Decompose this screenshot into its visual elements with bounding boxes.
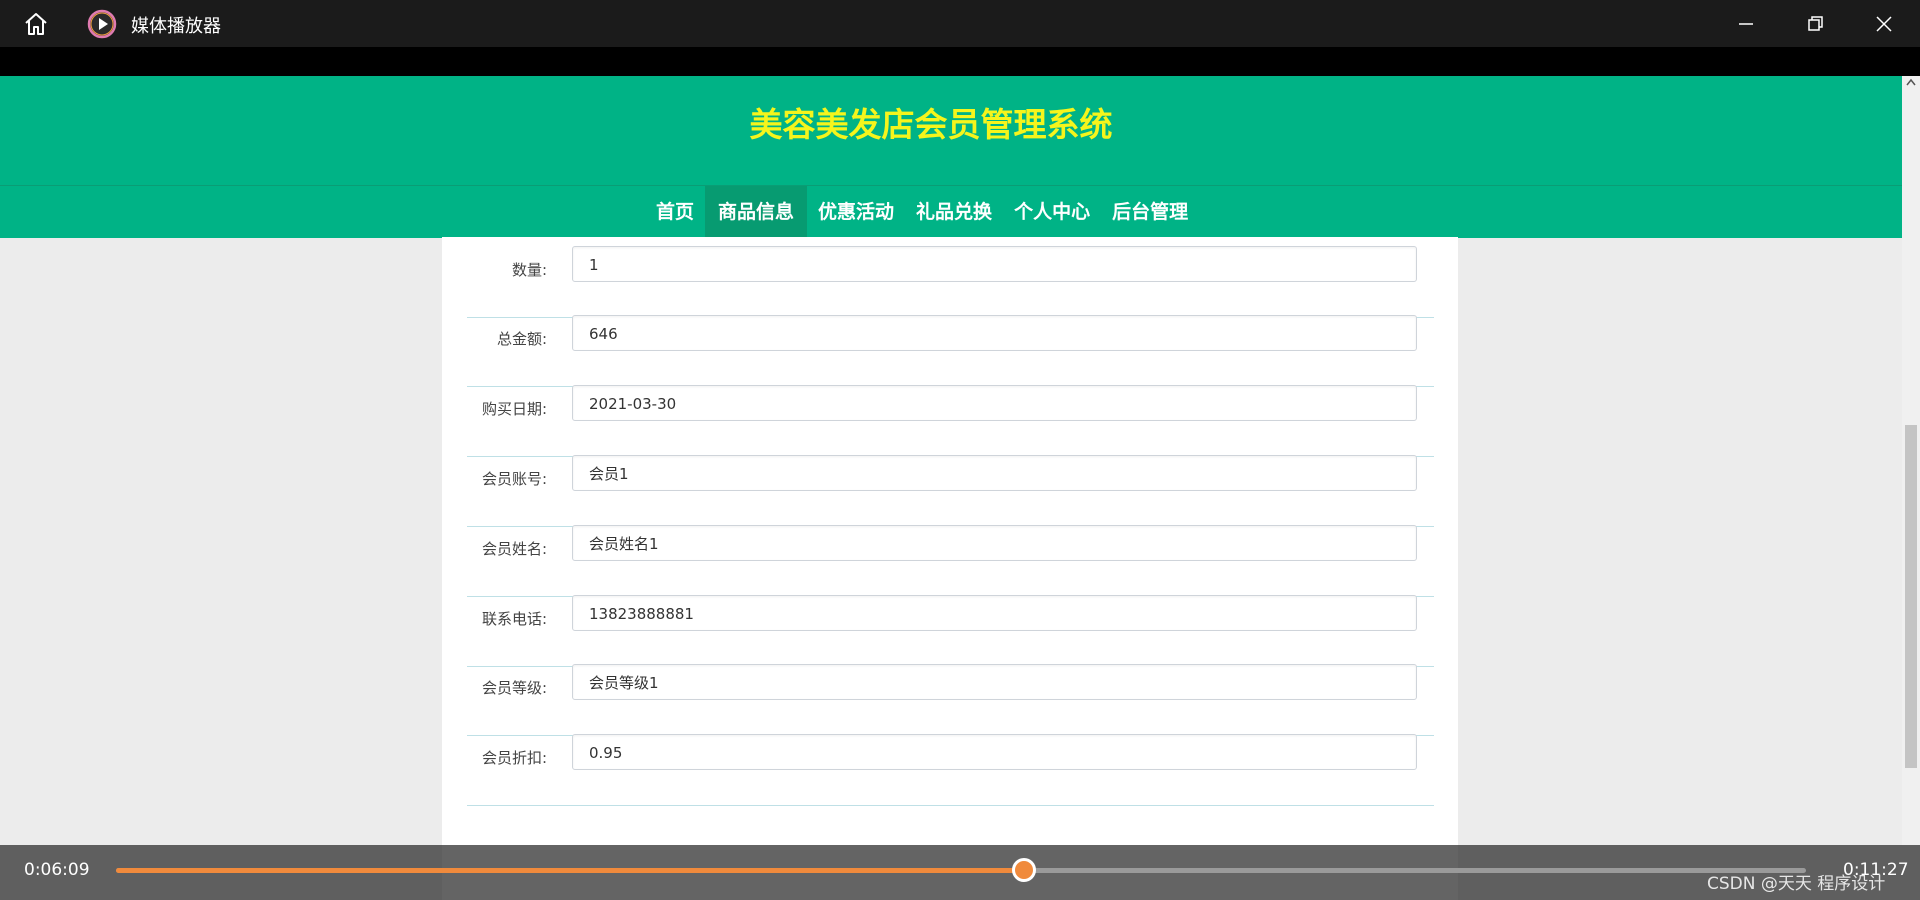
- field-label: 会员账号:: [481, 470, 547, 488]
- scrollbar-thumb[interactable]: [1905, 425, 1917, 768]
- field-input[interactable]: 0.95: [572, 734, 1417, 770]
- field-label: 数量:: [511, 261, 547, 279]
- site-header: 美容美发店会员管理系统: [0, 76, 1902, 185]
- field-input[interactable]: 1: [572, 246, 1417, 282]
- nav-item-2[interactable]: 优惠活动: [807, 186, 905, 238]
- seek-progress: [116, 868, 1024, 873]
- field-input[interactable]: 13823888881: [572, 595, 1417, 631]
- field-label: 会员折扣:: [481, 749, 547, 767]
- seek-handle[interactable]: [1011, 858, 1036, 882]
- window-titlebar: 媒体播放器: [0, 0, 1920, 47]
- window-title: 媒体播放器: [131, 16, 221, 37]
- field-label: 联系电话:: [481, 610, 547, 628]
- nav-item-0[interactable]: 首页: [645, 186, 705, 238]
- close-icon[interactable]: [1870, 10, 1898, 38]
- field-input[interactable]: 会员等级1: [572, 664, 1417, 700]
- site-title: 美容美发店会员管理系统: [749, 105, 1113, 144]
- form-row: 会员折扣: 0.95: [467, 720, 1434, 806]
- field-input[interactable]: 2021-03-30: [572, 385, 1417, 421]
- restore-icon[interactable]: [1801, 10, 1829, 38]
- home-icon[interactable]: [22, 10, 50, 38]
- minimize-icon[interactable]: [1732, 10, 1760, 38]
- field-input[interactable]: 646: [572, 315, 1417, 351]
- watermark: CSDN @天天 程序设计: [1707, 874, 1886, 894]
- field-label: 会员姓名:: [481, 540, 547, 558]
- order-detail-form: 数量: 1 总金额: 646 购买日期: 2021-03-30 会员账号: 会员1 会员姓名: 会…: [442, 237, 1458, 900]
- nav-item-1[interactable]: 商品信息: [705, 186, 808, 238]
- field-input[interactable]: 会员1: [572, 455, 1417, 491]
- video-letterbox: [0, 47, 1920, 76]
- nav-item-5[interactable]: 后台管理: [1101, 186, 1199, 238]
- field-label: 总金额:: [496, 330, 547, 348]
- field-label: 购买日期:: [481, 400, 547, 418]
- main-nav: 首页 商品信息 优惠活动 礼品兑换 个人中心 后台管理: [0, 185, 1902, 238]
- play-circle-icon: [87, 9, 117, 39]
- scroll-up-icon[interactable]: [1906, 78, 1916, 86]
- nav-item-4[interactable]: 个人中心: [1003, 186, 1101, 238]
- field-input[interactable]: 会员姓名1: [572, 525, 1417, 561]
- nav-item-3[interactable]: 礼品兑换: [905, 186, 1003, 238]
- nav-items: 首页 商品信息 优惠活动 礼品兑换 个人中心 后台管理: [645, 186, 1199, 238]
- current-time: 0:06:09: [24, 860, 90, 880]
- field-label: 会员等级:: [481, 679, 547, 697]
